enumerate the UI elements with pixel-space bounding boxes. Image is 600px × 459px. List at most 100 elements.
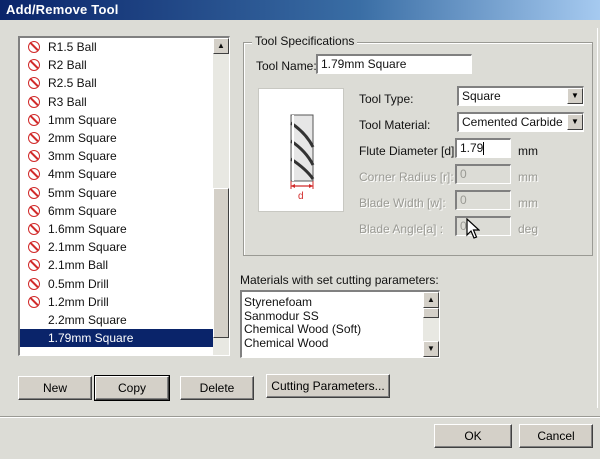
scroll-down-button[interactable]: ▼ bbox=[423, 341, 439, 357]
blade-width-input[interactable]: 0 bbox=[455, 190, 511, 210]
ok-button[interactable]: OK bbox=[434, 424, 512, 448]
materials-list-item[interactable]: Styrenefoam bbox=[242, 295, 420, 310]
tool-list-item-label: 6mm Square bbox=[48, 203, 117, 218]
dimension-d-label: d bbox=[298, 191, 304, 202]
tool-list-item[interactable]: R3 Ball bbox=[20, 93, 214, 111]
no-entry-icon bbox=[28, 204, 40, 217]
tool-list-item-label: 3mm Square bbox=[48, 149, 117, 164]
materials-list-item[interactable]: Chemical Wood (Soft) bbox=[242, 322, 420, 337]
delete-button[interactable]: Delete bbox=[180, 376, 254, 400]
no-entry-icon bbox=[28, 77, 40, 90]
end-mill-icon: d bbox=[290, 114, 315, 202]
no-entry-icon bbox=[28, 59, 40, 72]
no-entry-icon bbox=[28, 295, 40, 308]
window-title: Add/Remove Tool bbox=[0, 0, 600, 20]
materials-label: Materials with set cutting parameters: bbox=[240, 273, 439, 287]
materials-list[interactable]: Styrenefoam Sanmodur SS Chemical Wood (Sof… bbox=[240, 290, 440, 358]
tool-list-item[interactable]: 0.5mm Drill bbox=[20, 274, 214, 292]
tool-list-item-label: 1.6mm Square bbox=[48, 221, 127, 236]
no-entry-icon bbox=[28, 277, 40, 290]
mouse-cursor-icon bbox=[466, 217, 481, 243]
tool-list-item-label: 0.5mm Drill bbox=[48, 276, 109, 291]
tool-list-item-label: 1.2mm Drill bbox=[48, 294, 109, 309]
tool-material-value: Cemented Carbide bbox=[462, 115, 563, 129]
tool-name-label: Tool Name: bbox=[256, 59, 317, 73]
scroll-thumb[interactable] bbox=[213, 188, 229, 338]
materials-scrollbar[interactable]: ▲ ▼ bbox=[423, 292, 439, 357]
copy-button[interactable]: Copy bbox=[94, 375, 170, 401]
cutting-parameters-button[interactable]: Cutting Parameters... bbox=[266, 374, 390, 398]
tool-list-item[interactable]: R2.5 Ball bbox=[20, 74, 214, 92]
no-entry-icon bbox=[28, 150, 40, 163]
tool-list-item[interactable]: 2mm Square bbox=[20, 129, 214, 147]
flute-diameter-value: 1.79 bbox=[460, 141, 484, 155]
no-entry-icon bbox=[28, 95, 40, 108]
tool-list-item-label: R2.5 Ball bbox=[48, 76, 97, 91]
tool-list-item-label: 2.2mm Square bbox=[48, 312, 127, 327]
tool-list-item[interactable]: 1mm Square bbox=[20, 111, 214, 129]
tool-list-item-label: R1.5 Ball bbox=[48, 40, 97, 55]
tool-type-label: Tool Type: bbox=[359, 92, 414, 106]
cancel-button[interactable]: Cancel bbox=[519, 424, 593, 448]
tool-list-item[interactable]: 3mm Square bbox=[20, 147, 214, 165]
scroll-thumb[interactable] bbox=[423, 308, 439, 318]
tool-list-item[interactable]: 1.6mm Square bbox=[20, 220, 214, 238]
no-entry-icon bbox=[28, 168, 40, 181]
corner-radius-label: Corner Radius [r]: bbox=[359, 170, 454, 184]
tool-list-item-label: 2.1mm Ball bbox=[48, 258, 109, 273]
tool-list-item-label: 2mm Square bbox=[48, 131, 117, 146]
tool-list-item[interactable]: R2 Ball bbox=[20, 56, 214, 74]
tool-list-item[interactable]: R1.5 Ball bbox=[20, 38, 214, 56]
blade-angle-label: Blade Angle[a] : bbox=[359, 222, 444, 236]
flute-diameter-input[interactable]: 1.79 bbox=[455, 138, 511, 158]
tool-list-items: R1.5 Ball R2 Ball R2.5 Ball R3 Ball 1mm Squa… bbox=[20, 38, 214, 348]
materials-list-item[interactable]: Sanmodur SS bbox=[242, 309, 420, 324]
tool-list-item[interactable]: 2.1mm Square bbox=[20, 238, 214, 256]
blade-width-label: Blade Width [w]: bbox=[359, 196, 446, 210]
tool-list-item-label: 4mm Square bbox=[48, 167, 117, 182]
no-entry-icon bbox=[28, 222, 40, 235]
no-entry-icon bbox=[28, 113, 40, 126]
scroll-up-button[interactable]: ▲ bbox=[213, 38, 229, 54]
chevron-down-icon[interactable]: ▼ bbox=[567, 114, 583, 130]
tool-list-item[interactable]: 2.1mm Ball bbox=[20, 256, 214, 274]
no-entry-icon bbox=[28, 132, 40, 145]
tool-material-label: Tool Material: bbox=[359, 118, 431, 132]
tool-list-item[interactable]: 5mm Square bbox=[20, 184, 214, 202]
corner-radius-unit: mm bbox=[518, 170, 538, 184]
text-caret bbox=[483, 142, 485, 156]
tool-type-select[interactable]: Square ▼ bbox=[457, 86, 584, 106]
tool-list-item-label: R3 Ball bbox=[48, 94, 87, 109]
tool-list-item[interactable]: 6mm Square bbox=[20, 202, 214, 220]
materials-list-items: Styrenefoam Sanmodur SS Chemical Wood (Sof… bbox=[242, 295, 420, 351]
tool-list-item[interactable]: 2.2mm Square bbox=[20, 311, 214, 329]
no-entry-icon bbox=[28, 41, 40, 54]
chevron-down-icon[interactable]: ▼ bbox=[567, 88, 583, 104]
blade-angle-unit: deg bbox=[518, 222, 539, 236]
tool-diagram: d bbox=[258, 88, 344, 212]
tool-name-input[interactable]: 1.79mm Square bbox=[316, 54, 472, 74]
tool-list[interactable]: R1.5 Ball R2 Ball R2.5 Ball R3 Ball 1mm Squa… bbox=[18, 36, 230, 356]
tool-material-select[interactable]: Cemented Carbide ▼ bbox=[457, 112, 584, 132]
tool-type-value: Square bbox=[462, 89, 501, 103]
new-button[interactable]: New bbox=[18, 376, 92, 400]
scroll-up-button[interactable]: ▲ bbox=[423, 292, 439, 308]
footer-separator bbox=[0, 416, 600, 418]
tool-list-item-label: 5mm Square bbox=[48, 185, 117, 200]
blade-width-unit: mm bbox=[518, 196, 538, 210]
tool-list-scrollbar[interactable]: ▲ bbox=[213, 38, 229, 355]
flute-diameter-label: Flute Diameter [d]: bbox=[359, 144, 458, 158]
materials-list-item[interactable]: Chemical Wood bbox=[242, 336, 420, 351]
tool-list-item-label: 2.1mm Square bbox=[48, 240, 127, 255]
flute-diameter-unit: mm bbox=[518, 144, 538, 158]
tool-list-item-label: 1mm Square bbox=[48, 112, 117, 127]
tool-list-item[interactable]: 1.2mm Drill bbox=[20, 293, 214, 311]
no-entry-icon bbox=[28, 186, 40, 199]
blade-angle-input[interactable]: 0 bbox=[455, 216, 511, 236]
tool-list-item-label: R2 Ball bbox=[48, 58, 87, 73]
no-entry-icon bbox=[28, 259, 40, 272]
corner-radius-input[interactable]: 0 bbox=[455, 164, 511, 184]
tool-list-item[interactable]: 4mm Square bbox=[20, 165, 214, 183]
tool-list-item[interactable]: 1.79mm Square bbox=[20, 329, 214, 348]
tool-list-item-label: 1.79mm Square bbox=[48, 331, 134, 346]
